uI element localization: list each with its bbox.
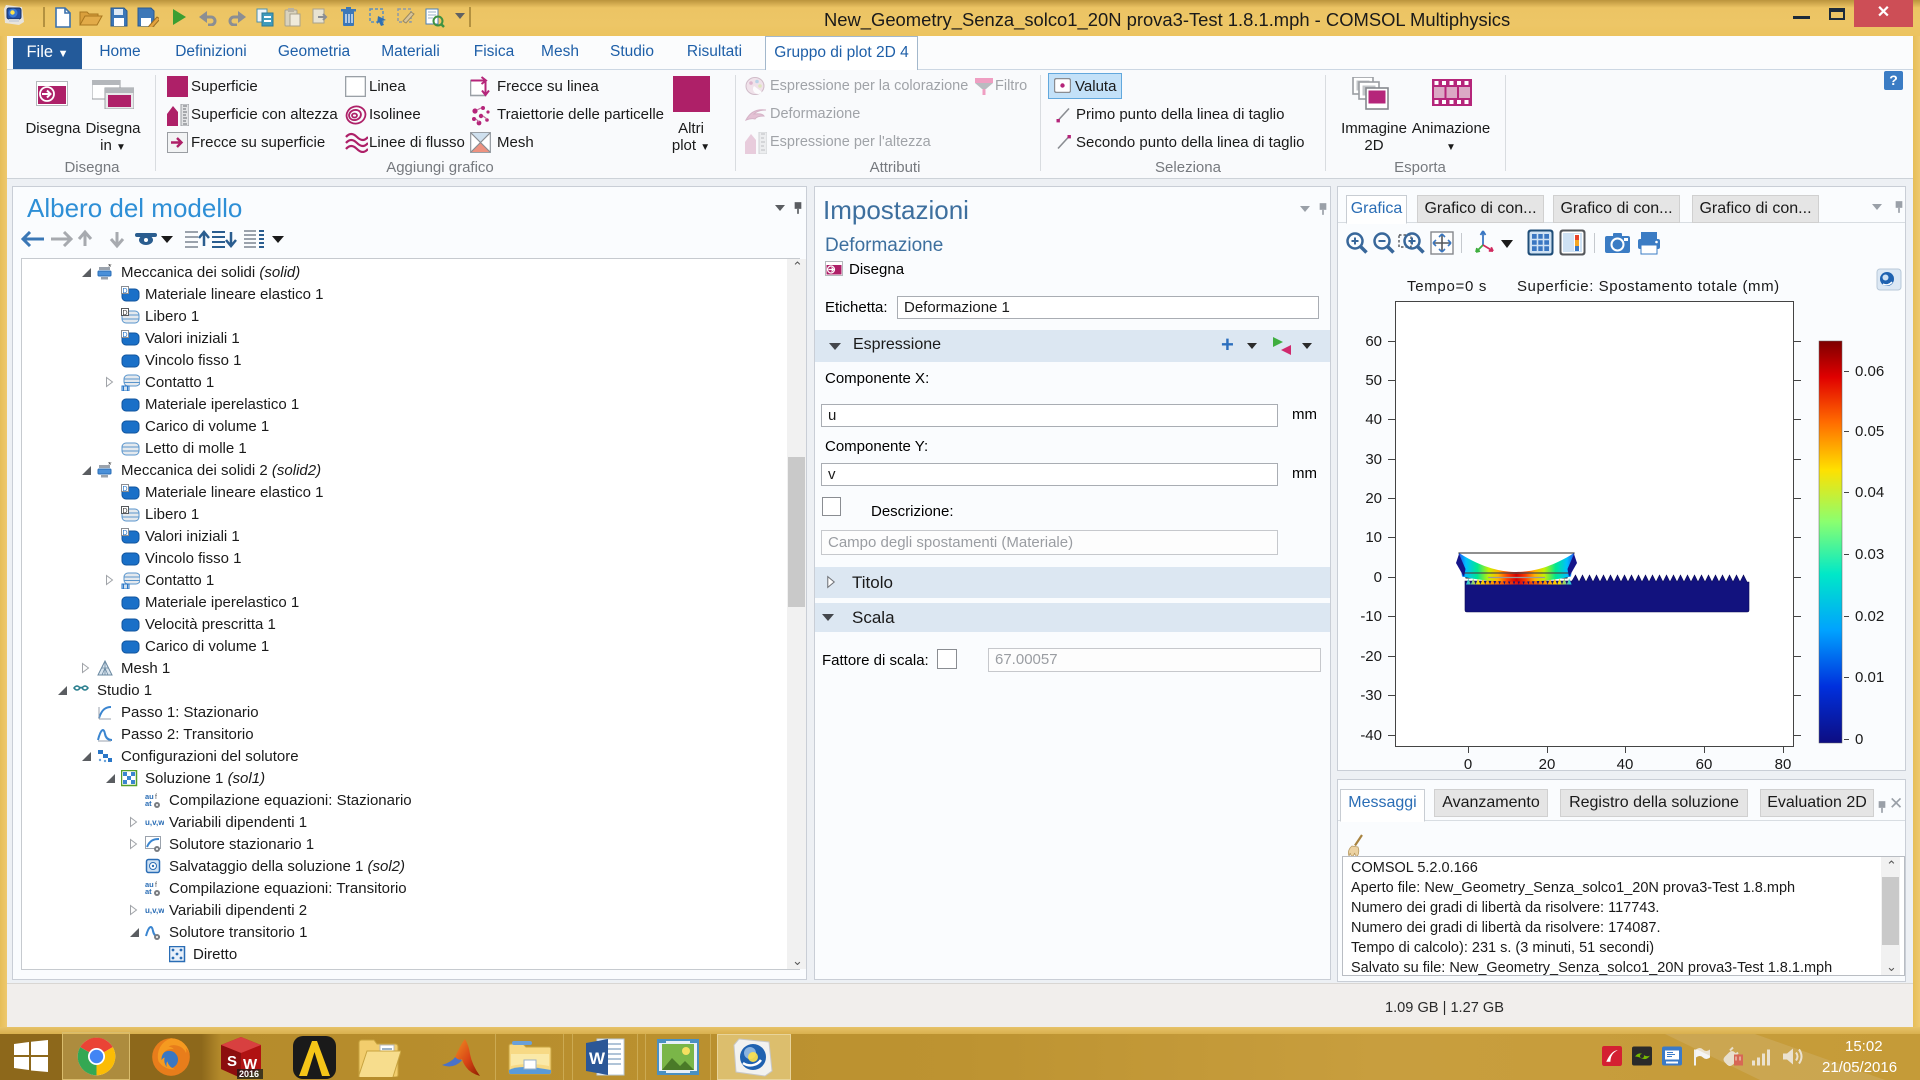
svg-text:60: 60 [1365,333,1382,350]
svg-text:30: 30 [1365,451,1382,468]
svg-text:80: 80 [1775,756,1792,770]
svg-text:20: 20 [1539,756,1556,770]
svg-text:Tempo=0 s: Tempo=0 s [1407,278,1487,295]
svg-text:0.03: 0.03 [1855,546,1884,563]
svg-text:W: W [589,1049,606,1068]
svg-text:Superficie: Spostamento totale: Superficie: Spostamento totale (mm) [1517,278,1780,295]
svg-text:0.04: 0.04 [1855,484,1884,501]
svg-text:0.06: 0.06 [1855,363,1884,380]
svg-text:60: 60 [1696,756,1713,770]
svg-text:0: 0 [1855,731,1863,748]
svg-text:20: 20 [1365,490,1382,507]
svg-text:10: 10 [1365,529,1382,546]
svg-text:0: 0 [1374,569,1382,586]
svg-text:0: 0 [1464,756,1472,770]
svg-text:0.05: 0.05 [1855,423,1884,440]
svg-text:-40: -40 [1360,727,1382,744]
svg-text:40: 40 [1617,756,1634,770]
svg-text:-30: -30 [1360,687,1382,704]
svg-text:0.01: 0.01 [1855,669,1884,686]
svg-text:40: 40 [1365,411,1382,428]
svg-text:-20: -20 [1360,648,1382,665]
svg-text:2016: 2016 [239,1069,259,1079]
svg-text:0.02: 0.02 [1855,608,1884,625]
svg-text:S: S [227,1053,237,1070]
svg-text:50: 50 [1365,372,1382,389]
svg-text:-10: -10 [1360,608,1382,625]
